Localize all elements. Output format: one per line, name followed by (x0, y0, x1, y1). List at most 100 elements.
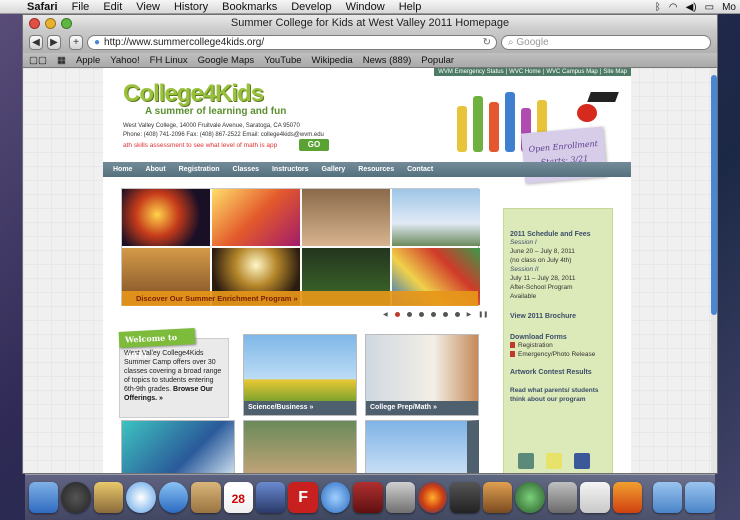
ical-icon[interactable]: 28 (223, 482, 253, 513)
documents-folder-icon[interactable] (685, 482, 715, 513)
slider-pause-icon[interactable]: ❚❚ (478, 311, 488, 318)
registration-form-link[interactable]: Registration (518, 342, 553, 349)
bookmark-google-maps[interactable]: Google Maps (198, 55, 255, 66)
facebook-icon[interactable] (574, 453, 590, 469)
bookmark-popular[interactable]: Popular (421, 55, 454, 66)
slider-dot[interactable] (454, 312, 460, 317)
menu-view[interactable]: View (136, 1, 160, 13)
dashboard-icon[interactable] (61, 482, 91, 513)
wifi-icon[interactable]: ◠ (669, 2, 678, 13)
bookmark-yahoo[interactable]: Yahoo! (110, 55, 139, 66)
search-field[interactable]: ⌕ Google (501, 35, 711, 50)
top-sites-icon[interactable]: ▦ (57, 55, 66, 66)
nav-classes[interactable]: Classes (233, 166, 259, 173)
slider-caption[interactable]: Discover Our Summer Enrichment Program » (122, 291, 478, 306)
menu-file[interactable]: File (72, 1, 90, 13)
menu-history[interactable]: History (174, 1, 208, 13)
nav-contact[interactable]: Contact (407, 166, 433, 173)
zoom-button[interactable] (61, 18, 72, 29)
mail-icon[interactable] (93, 482, 124, 513)
back-button[interactable]: ◀ (29, 35, 43, 50)
nav-instructors[interactable]: Instructors (272, 166, 309, 173)
nav-registration[interactable]: Registration (179, 166, 220, 173)
filezilla-icon[interactable]: F (288, 482, 318, 513)
link-wvc-home[interactable]: WVC Home (509, 68, 541, 76)
close-button[interactable] (29, 18, 40, 29)
site-logo[interactable]: College4Kids (123, 80, 264, 108)
math-ticker[interactable]: ath skills assessment to see what level … (123, 142, 277, 149)
finder-icon[interactable] (29, 482, 59, 513)
parents-link[interactable]: Read what parents/ students think about … (504, 386, 612, 404)
bookmark-wikipedia[interactable]: Wikipedia (312, 55, 353, 66)
link-site-map[interactable]: Site Map (603, 68, 627, 76)
photo-booth-icon[interactable] (353, 482, 383, 513)
menu-bookmarks[interactable]: Bookmarks (222, 1, 277, 13)
address-bar[interactable]: ● http://www.summercollege4kids.org/ ↻ (87, 35, 497, 50)
slider-dot[interactable] (442, 312, 448, 317)
menu-edit[interactable]: Edit (103, 1, 122, 13)
clock-partial[interactable]: Mo (722, 2, 736, 13)
menu-develop[interactable]: Develop (291, 1, 331, 13)
audio-app-icon[interactable] (612, 482, 643, 513)
system-preferences-icon[interactable] (547, 482, 578, 513)
email-icon[interactable] (546, 453, 562, 469)
bookmark-fh-linux[interactable]: FH Linux (150, 55, 188, 66)
ichat-icon[interactable] (158, 482, 189, 513)
tile-group-photo[interactable] (243, 420, 357, 473)
applications-folder-icon[interactable] (653, 482, 683, 513)
session2-dates: July 11 – July 28, 2011 (510, 275, 576, 282)
go-button[interactable]: GO (299, 139, 329, 151)
volume-icon[interactable]: ◀) (686, 2, 697, 13)
share-icon[interactable] (518, 453, 534, 469)
slider-dot[interactable] (394, 312, 400, 317)
nav-home[interactable]: Home (113, 166, 132, 173)
minimize-button[interactable] (45, 18, 56, 29)
slider-next-icon[interactable]: ▶ (467, 311, 472, 318)
nav-about[interactable]: About (145, 166, 165, 173)
nav-gallery[interactable]: Gallery (322, 166, 346, 173)
slider-dot[interactable] (406, 312, 412, 317)
tile-science-business[interactable]: Science/Business » (243, 334, 357, 416)
safari-icon[interactable] (126, 482, 156, 513)
bookmark-apple[interactable]: Apple (76, 55, 100, 66)
reading-list-icon[interactable]: ▢▢ (29, 55, 47, 66)
menu-help[interactable]: Help (399, 1, 422, 13)
session1-label: Session I (510, 239, 537, 246)
itunes-icon[interactable] (320, 482, 351, 513)
link-campus-map[interactable]: WVC Campus Map (546, 68, 597, 76)
time-machine-icon[interactable] (515, 482, 545, 513)
contest-results-link[interactable]: Artwork Contest Results (504, 369, 612, 376)
preview-icon[interactable] (385, 482, 416, 513)
bluetooth-icon[interactable]: ᛒ (655, 2, 661, 13)
forward-button[interactable]: ▶ (47, 35, 61, 50)
schedule-heading[interactable]: 2011 Schedule and Fees (504, 231, 612, 238)
address-book-icon[interactable] (191, 482, 221, 513)
tile-technology[interactable] (121, 420, 235, 473)
slider-dot[interactable] (418, 312, 424, 317)
slider-dot[interactable] (430, 312, 436, 317)
bookmark-youtube[interactable]: YouTube (264, 55, 301, 66)
title-bar[interactable]: Summer College for Kids at West Valley 2… (23, 15, 717, 32)
emergency-form-link[interactable]: Emergency/Photo Release (518, 351, 595, 358)
tile-sky-activity[interactable] (365, 420, 479, 473)
slider-prev-icon[interactable]: ◀ (383, 311, 388, 318)
main-nav: Home About Registration Classes Instruct… (103, 162, 631, 177)
menu-app[interactable]: Safari (27, 1, 58, 13)
imovie-icon[interactable] (450, 482, 480, 513)
garageband-icon[interactable] (482, 482, 513, 513)
brochure-link[interactable]: View 2011 Brochure (504, 313, 612, 320)
link-emergency[interactable]: WVM Emergency Status (438, 68, 503, 76)
menu-window[interactable]: Window (346, 1, 385, 13)
battery-icon[interactable]: ▭ (705, 2, 714, 13)
add-bookmark-button[interactable]: + (69, 35, 83, 50)
firefox-icon[interactable] (418, 482, 448, 513)
nav-resources[interactable]: Resources (358, 166, 394, 173)
textedit-icon[interactable] (580, 482, 610, 513)
reload-icon[interactable]: ↻ (483, 36, 491, 49)
tile-college-prep-math[interactable]: College Prep/Math » (365, 334, 479, 416)
bookmark-news[interactable]: News (889) (363, 55, 412, 66)
iphoto-icon[interactable] (255, 482, 286, 513)
photo-slider[interactable]: Discover Our Summer Enrichment Program » (121, 188, 480, 306)
photo-eiffel-tower (392, 189, 480, 246)
scroll-thumb[interactable] (711, 75, 717, 315)
